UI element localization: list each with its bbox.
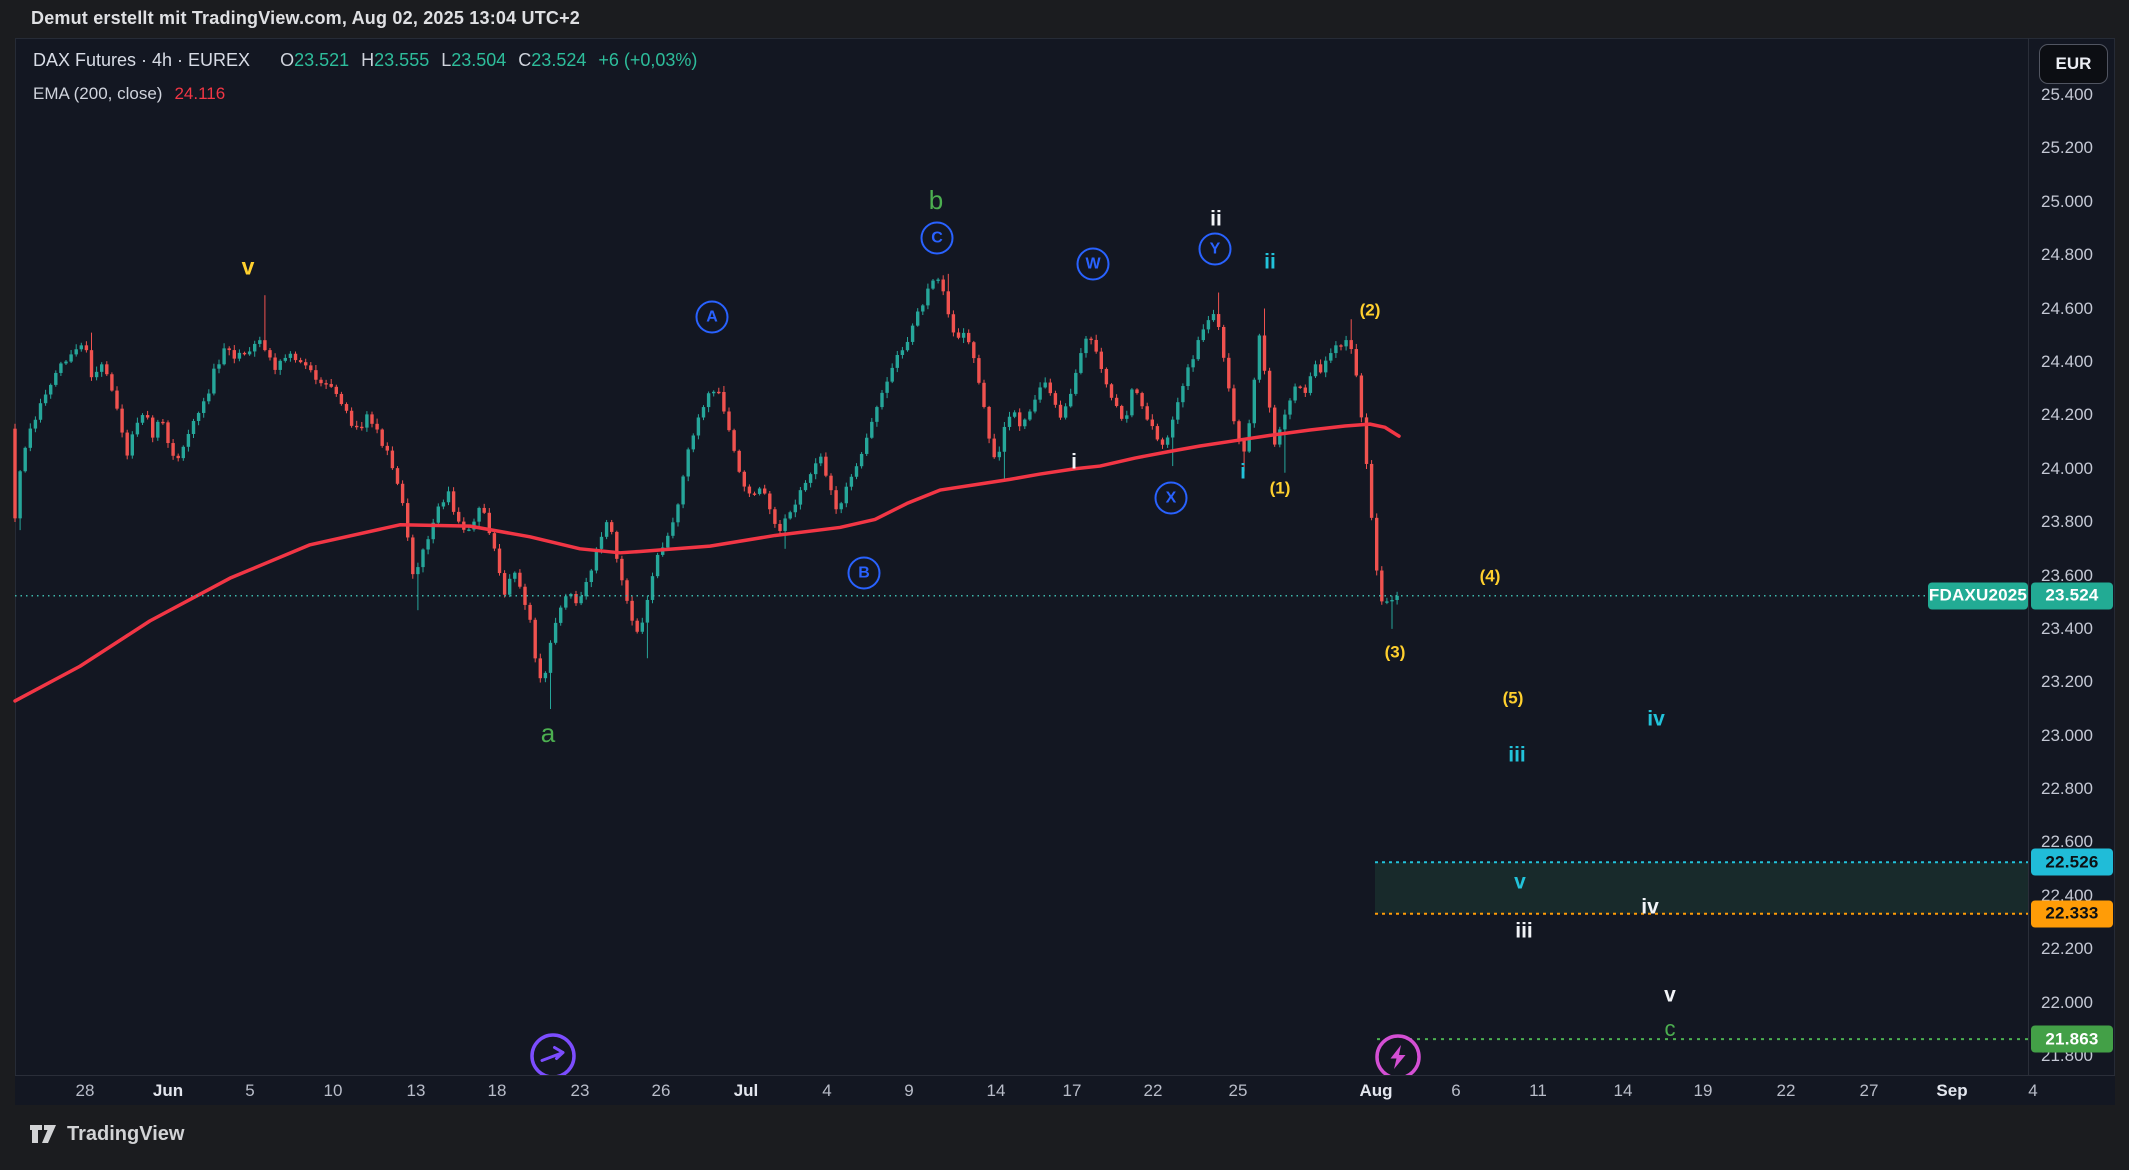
wave-circle-B[interactable]: B bbox=[848, 557, 881, 590]
time-tick-label: 17 bbox=[1063, 1081, 1082, 1101]
time-axis[interactable]: 28 Jun 5 10 13 18 23 26 Jul 4 9 14 17 22 25 Aug 6 11 14 19 2… bbox=[15, 1075, 2115, 1105]
low-value: 23.504 bbox=[451, 51, 506, 69]
wave-label-ii[interactable]: ii bbox=[1264, 252, 1276, 273]
wave-circle-X[interactable]: X bbox=[1155, 482, 1188, 515]
time-tick-label: 6 bbox=[1451, 1081, 1460, 1101]
symbol-legend-row[interactable]: DAX Futures · 4h · EUREX O23.521 H23.555… bbox=[33, 51, 697, 69]
price-badge-22.333: 22.333 bbox=[2031, 900, 2113, 927]
price-tick-label: 25.000 bbox=[2041, 192, 2093, 212]
close-label: C bbox=[518, 51, 531, 69]
time-tick-label: 18 bbox=[488, 1081, 507, 1101]
ema-value: 24.116 bbox=[174, 85, 225, 102]
wave-label-iii[interactable]: iii bbox=[1515, 921, 1533, 942]
price-tick-label: 22.000 bbox=[2041, 993, 2093, 1013]
wave-label-ii[interactable]: ii bbox=[1210, 209, 1222, 230]
open-value: 23.521 bbox=[294, 51, 349, 69]
time-tick-label: Sep bbox=[1936, 1081, 1967, 1101]
wave-circle-Y[interactable]: Y bbox=[1199, 233, 1232, 266]
price-tick-label: 23.200 bbox=[2041, 672, 2093, 692]
time-tick-label: Jul bbox=[734, 1081, 759, 1101]
price-tick-label: 24.000 bbox=[2041, 459, 2093, 479]
wave-label-iv[interactable]: iv bbox=[1641, 897, 1659, 918]
watermark-title: Demut erstellt mit TradingView.com, Aug … bbox=[31, 8, 580, 29]
indicator-legend-row[interactable]: EMA (200, close) 24.116 bbox=[33, 85, 697, 102]
open-label: O bbox=[280, 51, 294, 69]
time-tick-label: 14 bbox=[1614, 1081, 1633, 1101]
wave-label-b[interactable]: b bbox=[929, 187, 943, 213]
price-tick-label: 23.800 bbox=[2041, 512, 2093, 532]
price-badge-22.526: 22.526 bbox=[2031, 849, 2113, 876]
change-value: +6 (+0,03%) bbox=[598, 51, 697, 69]
time-tick-label: 22 bbox=[1777, 1081, 1796, 1101]
time-tick-label: 19 bbox=[1694, 1081, 1713, 1101]
time-tick-label: 9 bbox=[904, 1081, 913, 1101]
time-tick-label: 27 bbox=[1860, 1081, 1879, 1101]
wave-label-5[interactable]: (5) bbox=[1503, 690, 1524, 707]
wave-label-4[interactable]: (4) bbox=[1480, 568, 1501, 585]
time-tick-label: 28 bbox=[76, 1081, 95, 1101]
price-tick-label: 24.800 bbox=[2041, 245, 2093, 265]
time-tick-label: Jun bbox=[153, 1081, 183, 1101]
price-tick-label: 22.200 bbox=[2041, 939, 2093, 959]
price-tick-label: 25.200 bbox=[2041, 138, 2093, 158]
tradingview-logo-text: TradingView bbox=[67, 1123, 184, 1146]
wave-label-c[interactable]: c bbox=[1665, 1018, 1676, 1040]
wave-circle-W[interactable]: W bbox=[1077, 248, 1110, 281]
tradingview-page: Demut erstellt mit TradingView.com, Aug … bbox=[0, 0, 2129, 1170]
price-badge-21.863: 21.863 bbox=[2031, 1026, 2113, 1053]
price-tick-label: 23.400 bbox=[2041, 619, 2093, 639]
time-tick-label: 13 bbox=[407, 1081, 426, 1101]
legend: DAX Futures · 4h · EUREX O23.521 H23.555… bbox=[33, 51, 697, 102]
time-tick-label: 4 bbox=[2028, 1081, 2037, 1101]
wave-label-3[interactable]: (3) bbox=[1385, 644, 1406, 661]
tradingview-logo[interactable]: TradingView bbox=[28, 1121, 184, 1147]
wave-label-v[interactable]: v bbox=[1664, 985, 1676, 1006]
time-tick-label: 14 bbox=[987, 1081, 1006, 1101]
symbol-price-badge: FDAXU2025 bbox=[1928, 582, 2028, 609]
price-tick-label: 24.200 bbox=[2041, 405, 2093, 425]
time-tick-label: 5 bbox=[245, 1081, 254, 1101]
time-tick-label: 26 bbox=[652, 1081, 671, 1101]
price-tick-label: 23.000 bbox=[2041, 726, 2093, 746]
symbol-title[interactable]: DAX Futures · 4h · EUREX bbox=[33, 51, 250, 69]
chart-canvas[interactable] bbox=[0, 0, 2129, 1170]
high-label: H bbox=[361, 51, 374, 69]
wave-label-i[interactable]: i bbox=[1071, 452, 1077, 473]
price-tick-label: 24.600 bbox=[2041, 299, 2093, 319]
wave-label-a[interactable]: a bbox=[541, 720, 555, 746]
wave-label-i[interactable]: i bbox=[1240, 462, 1246, 483]
lightning-bolt-icon[interactable] bbox=[1377, 1036, 1419, 1078]
wave-label-iii[interactable]: iii bbox=[1508, 745, 1526, 766]
wave-circle-C[interactable]: C bbox=[921, 222, 954, 255]
price-tick-label: 22.800 bbox=[2041, 779, 2093, 799]
wave-circle-A[interactable]: A bbox=[696, 301, 729, 334]
low-label: L bbox=[441, 51, 451, 69]
ema-label: EMA (200, close) bbox=[33, 85, 162, 102]
projection-box[interactable] bbox=[1375, 862, 2028, 914]
wave-label-2[interactable]: (2) bbox=[1360, 302, 1381, 319]
wave-label-v[interactable]: v bbox=[242, 256, 255, 279]
arrow-marker-icon[interactable] bbox=[532, 1035, 574, 1077]
time-tick-label: 22 bbox=[1144, 1081, 1163, 1101]
currency-button[interactable]: EUR bbox=[2039, 44, 2108, 84]
price-tick-label: 25.400 bbox=[2041, 85, 2093, 105]
candlesticks bbox=[13, 274, 1399, 709]
time-tick-label: 11 bbox=[1529, 1081, 1547, 1101]
ema-line bbox=[15, 424, 1399, 701]
high-value: 23.555 bbox=[374, 51, 429, 69]
price-badge-23.524: 23.524 bbox=[2031, 582, 2113, 609]
time-tick-label: 25 bbox=[1229, 1081, 1248, 1101]
close-value: 23.524 bbox=[531, 51, 586, 69]
wave-label-1[interactable]: (1) bbox=[1270, 480, 1291, 497]
time-tick-label: Aug bbox=[1359, 1081, 1392, 1101]
time-tick-label: 4 bbox=[822, 1081, 831, 1101]
tradingview-logo-icon bbox=[28, 1121, 58, 1147]
time-tick-label: 23 bbox=[571, 1081, 590, 1101]
wave-label-v[interactable]: v bbox=[1514, 872, 1526, 893]
time-tick-label: 10 bbox=[324, 1081, 343, 1101]
price-tick-label: 24.400 bbox=[2041, 352, 2093, 372]
wave-label-iv[interactable]: iv bbox=[1647, 709, 1665, 730]
